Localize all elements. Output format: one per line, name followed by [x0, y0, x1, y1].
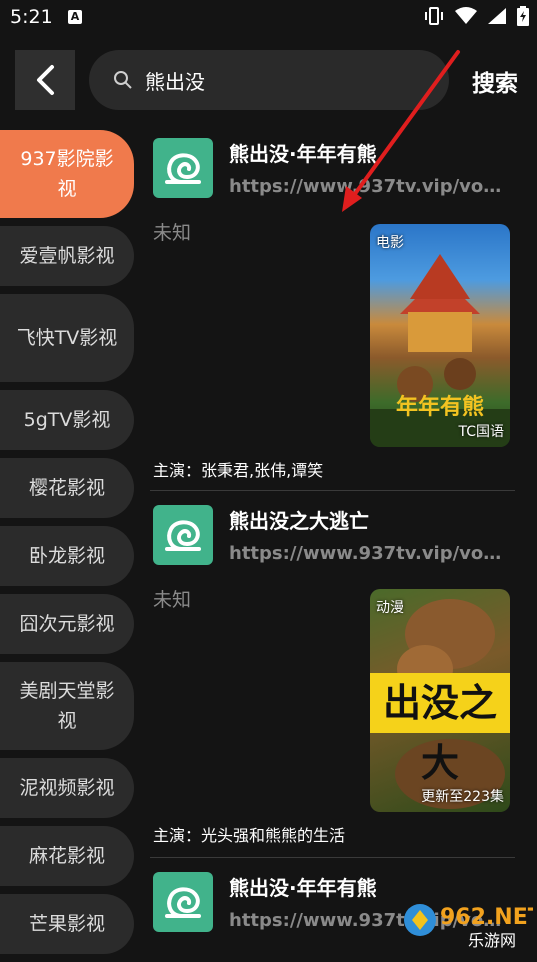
watermark-bottom: 乐游网 — [468, 931, 516, 950]
battery-icon — [517, 6, 529, 26]
sidebar-item-937[interactable]: 937影院影视 — [0, 130, 134, 218]
sidebar-item-nishipin[interactable]: 泥视频影视 — [0, 758, 134, 818]
watermark-top: 962.NET — [440, 905, 533, 930]
result-cast: 主演：张秉君,张伟,谭笑 — [153, 461, 324, 480]
sidebar-item-mangguo[interactable]: 芒果影视 — [0, 894, 134, 954]
wifi-icon — [455, 7, 477, 24]
sidebar-item-jiongciyuan[interactable]: 囧次元影视 — [0, 594, 134, 654]
result-title: 熊出没·年年有熊 — [229, 876, 377, 900]
vibrate-icon — [425, 7, 443, 25]
sidebar-item-yinghua[interactable]: 樱花影视 — [0, 458, 134, 518]
source-logo-icon — [153, 138, 213, 198]
signal-icon — [488, 8, 506, 24]
back-arrow-icon — [37, 65, 54, 95]
sidebar-item-mahua[interactable]: 麻花影视 — [0, 826, 134, 886]
result-card[interactable]: 熊出没之大逃亡 https://www.937tv.vip/voddetail … — [150, 491, 515, 858]
result-title: 熊出没·年年有熊 — [229, 142, 377, 166]
svg-text:年年有熊: 年年有熊 — [396, 394, 484, 420]
sidebar-item-feikuai[interactable]: 飞快TV影视 — [0, 294, 134, 382]
status-time: 5:21 — [10, 6, 53, 28]
poster-type-label: 动漫 — [376, 600, 404, 616]
poster-title-text: 出没之大 — [370, 673, 510, 785]
source-logo-icon — [153, 505, 213, 565]
search-button[interactable]: 搜索 — [472, 64, 518, 98]
search-bar: 搜索 — [0, 50, 537, 112]
poster-type-label: 电影 — [376, 235, 404, 251]
sidebar-item-5gtv[interactable]: 5gTV影视 — [0, 390, 134, 450]
result-status: 未知 — [153, 589, 192, 611]
source-logo-icon — [153, 872, 213, 932]
result-title: 熊出没之大逃亡 — [229, 509, 369, 533]
watermark-logo: 962.NET 乐游网 — [404, 904, 533, 950]
search-input[interactable] — [143, 67, 427, 93]
result-poster[interactable]: 年年有熊 电影 TC国语 — [370, 224, 510, 447]
back-button[interactable] — [15, 50, 75, 110]
poster-badge: TC国语 — [458, 424, 504, 440]
result-cast: 主演：光头强和熊熊的生活 — [153, 826, 346, 845]
sidebar-item-wolong[interactable]: 卧龙影视 — [0, 526, 134, 586]
search-box[interactable] — [89, 50, 449, 110]
poster-badge: 更新至223集 — [421, 789, 504, 805]
result-url: https://www.937tv.vip/voddetail — [229, 176, 509, 197]
result-poster[interactable]: 出没之大 动漫 更新至223集 — [370, 589, 510, 812]
poster-artwork: 年年有熊 — [370, 254, 510, 447]
result-card[interactable]: 熊出没·年年有熊 https://www.937tv.vip/voddetail… — [150, 130, 515, 491]
search-icon — [114, 71, 132, 89]
result-url: https://www.937tv.vip/voddetail — [229, 543, 509, 564]
sidebar-item-aiyifan[interactable]: 爱壹帆影视 — [0, 226, 134, 286]
results-list: 熊出没·年年有熊 https://www.937tv.vip/voddetail… — [150, 130, 515, 958]
status-bar: 5:21 A — [0, 0, 537, 36]
source-sidebar: 937影院影视 爱壹帆影视 飞快TV影视 5gTV影视 樱花影视 卧龙影视 囧次… — [0, 130, 140, 962]
status-icons — [423, 6, 529, 26]
notification-a-icon: A — [68, 10, 82, 24]
sidebar-item-meijutiantang[interactable]: 美剧天堂影视 — [0, 662, 134, 750]
result-status: 未知 — [153, 222, 192, 244]
